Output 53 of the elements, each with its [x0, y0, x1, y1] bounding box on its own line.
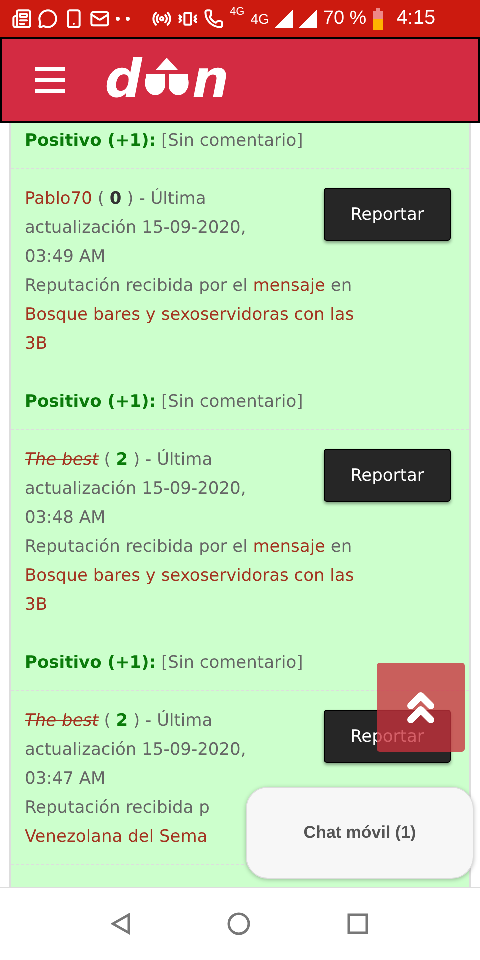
logo-text: d [105, 54, 142, 106]
call-icon [204, 8, 224, 28]
thread-link[interactable]: Bosque bares y sexoservidoras con las 3B [25, 301, 355, 359]
report-button[interactable]: Reportar [324, 188, 451, 241]
reputation-score: ( 2 ) [104, 711, 140, 731]
mail-icon [90, 8, 110, 28]
reputation-score: ( 2 ) [104, 450, 140, 470]
rating-label: Positivo (+1): [25, 131, 156, 151]
network-label: 4G [250, 10, 270, 26]
update-date: actualización 15-09-2020, [25, 479, 246, 499]
update-date: actualización 15-09-2020, [25, 218, 246, 238]
battery-percent: 70 % [323, 8, 367, 30]
back-icon[interactable] [111, 913, 131, 935]
update-date: 03:47 AM [25, 769, 106, 789]
update-date: 03:48 AM [25, 508, 106, 528]
update-date: - Última [146, 450, 213, 470]
message-link[interactable]: mensaje [253, 276, 326, 296]
reason-connector: en [330, 276, 352, 296]
username-link[interactable]: The best [25, 450, 99, 470]
signal-icon [299, 10, 318, 28]
recents-icon[interactable] [347, 913, 369, 935]
rating-comment: [Sin comentario] [162, 653, 304, 673]
username-link[interactable]: The best [25, 711, 99, 731]
news-icon [12, 8, 32, 28]
rating-label: Positivo (+1): [25, 653, 156, 673]
report-button[interactable]: Reportar [324, 449, 451, 502]
update-date: - Última [146, 711, 213, 731]
reputation-reason: Reputación recibida por el [25, 276, 248, 296]
logo-text: n [192, 54, 230, 106]
phone-icon [64, 8, 84, 28]
home-icon[interactable] [227, 912, 251, 936]
thread-link[interactable]: Venezolana del Sema [25, 823, 208, 852]
menu-icon[interactable] [35, 67, 65, 93]
rating-comment: [Sin comentario] [162, 392, 304, 412]
reputation-score: ( 0 ) [98, 189, 134, 209]
message-link[interactable]: mensaje [253, 537, 326, 557]
thread-link[interactable]: Bosque bares y sexoservidoras con las 3B [25, 562, 355, 620]
dots-icon [116, 16, 130, 20]
reputation-reason: Reputación recibida p [25, 798, 210, 818]
reason-connector: en [330, 537, 352, 557]
rating-label: Positivo (+1): [25, 392, 156, 412]
network-label: 4G [230, 6, 245, 18]
chat-button[interactable]: Chat móvil (1) [246, 787, 474, 879]
username-link[interactable]: Pablo70 [25, 189, 92, 209]
chat-bubble-icon [38, 8, 58, 28]
signal-icon [275, 10, 294, 28]
rating-comment: [Sin comentario] [162, 131, 304, 151]
reputation-reason: Reputación recibida por el [25, 537, 248, 557]
clock-time: 4:15 [396, 7, 436, 30]
update-date: actualización 15-09-2020, [25, 740, 246, 760]
battery-icon [372, 8, 383, 30]
update-date: 03:49 AM [25, 247, 106, 267]
update-date: - Última [139, 189, 206, 209]
